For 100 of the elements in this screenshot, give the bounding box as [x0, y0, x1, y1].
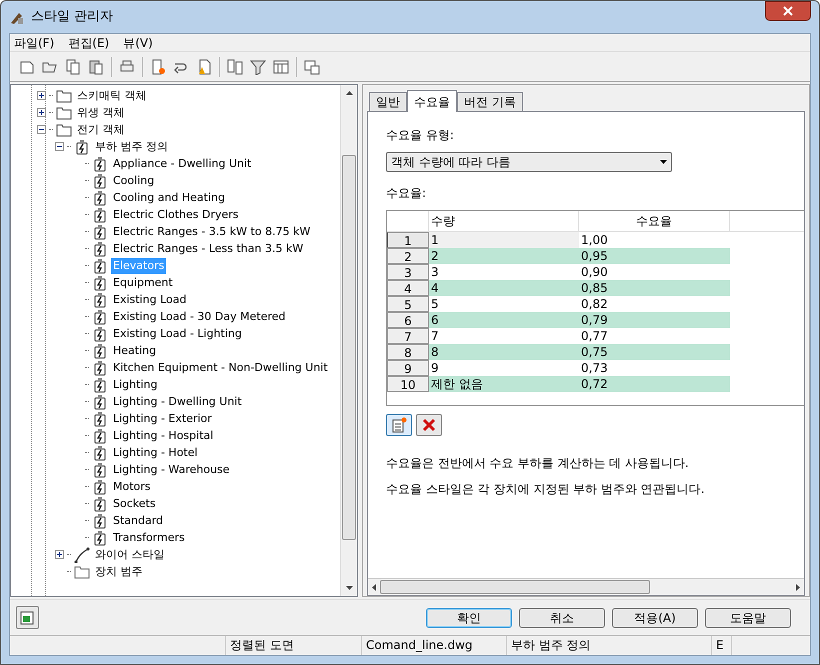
lightning-icon: [92, 478, 108, 494]
row-header[interactable]: 9: [387, 360, 429, 376]
lightning-icon: [92, 326, 108, 342]
tree-item[interactable]: Electric Ranges - Less than 3.5 kW: [111, 240, 306, 256]
expander-toggle[interactable]: [37, 108, 46, 117]
tree-item[interactable]: 와이어 스타일: [93, 546, 166, 562]
tree-item[interactable]: Kitchen Equipment - Non-Dwelling Unit: [111, 360, 330, 376]
minus-icon: [38, 126, 45, 133]
dialog-button[interactable]: 도움말: [705, 608, 791, 628]
tree-item[interactable]: 스키매틱 객체: [75, 88, 148, 104]
row-header[interactable]: 2: [387, 248, 429, 264]
tree-item[interactable]: Electric Clothes Dryers: [111, 206, 241, 222]
scroll-right-icon[interactable]: [796, 584, 800, 590]
lightning-icon: [92, 360, 108, 376]
tree-item[interactable]: Lighting - Hospital: [111, 428, 216, 444]
expander-toggle[interactable]: [37, 91, 46, 100]
table-cell: 제한 없음: [429, 376, 579, 392]
delete-icon: [422, 418, 436, 432]
plus-icon: [56, 551, 63, 558]
tree-item[interactable]: 위생 객체: [75, 104, 126, 120]
close-icon: [783, 6, 793, 16]
expander-toggle[interactable]: [37, 125, 46, 134]
tree-item[interactable]: Heating: [111, 342, 158, 358]
lightning-icon: [92, 410, 108, 426]
tree-item[interactable]: Sockets: [111, 496, 158, 512]
tree-item[interactable]: 장치 범주: [93, 564, 144, 580]
dialog-button[interactable]: 적용(A): [612, 608, 698, 628]
expander-toggle[interactable]: [55, 142, 64, 151]
add-row-icon: [391, 417, 407, 433]
tab[interactable]: 일반: [369, 92, 407, 111]
folder-icon: [56, 104, 72, 120]
tree-item[interactable]: Standard: [111, 512, 166, 528]
tree-item[interactable]: Lighting - Dwelling Unit: [111, 394, 244, 410]
menu-item[interactable]: 편집(E): [68, 34, 110, 52]
tree-item[interactable]: Appliance - Dwelling Unit: [111, 156, 254, 172]
lightning-icon: [92, 462, 108, 478]
close-button[interactable]: [765, 1, 811, 21]
lightning-icon: [92, 496, 108, 512]
row-header[interactable]: 3: [387, 264, 429, 280]
scroll-up-icon[interactable]: [346, 91, 352, 95]
tree-item[interactable]: Lighting - Warehouse: [111, 462, 232, 478]
tree-item[interactable]: 부하 범주 정의: [93, 138, 170, 154]
tree-item[interactable]: Lighting: [111, 376, 160, 392]
tree-item[interactable]: Electric Ranges - 3.5 kW to 8.75 kW: [111, 224, 312, 240]
window-toggle-button[interactable]: [16, 606, 39, 629]
lightning-icon: [92, 308, 108, 324]
delete-row-button[interactable]: [416, 414, 442, 436]
tree-item[interactable]: Cooling: [111, 172, 156, 188]
row-header[interactable]: 7: [387, 328, 429, 344]
tab[interactable]: 수요율: [407, 90, 457, 112]
tree-item[interactable]: Lighting - Hotel: [111, 444, 200, 460]
tree-item[interactable]: Cooling and Heating: [111, 190, 227, 206]
table-cell: 4: [429, 280, 579, 296]
scroll-left-icon[interactable]: [372, 584, 376, 590]
row-header[interactable]: 1: [387, 232, 429, 248]
plus-icon: [38, 92, 45, 99]
plus-icon: [38, 109, 45, 116]
row-header[interactable]: 5: [387, 296, 429, 312]
row-header[interactable]: 6: [387, 312, 429, 328]
scroll-down-icon[interactable]: [346, 586, 352, 590]
table-cell: 2: [429, 248, 579, 264]
tree-item[interactable]: Equipment: [111, 274, 175, 290]
demand-type-dropdown[interactable]: 객체 수량에 따라 다름: [386, 152, 672, 172]
lightning-icon: [92, 206, 108, 222]
status-text: 부하 범주 정의: [507, 636, 712, 655]
lightning-icon: [92, 512, 108, 528]
row-header[interactable]: 10: [387, 376, 429, 392]
dialog-button[interactable]: 확인: [426, 608, 512, 628]
lightning-icon: [92, 394, 108, 410]
tree-item[interactable]: Existing Load - Lighting: [111, 326, 244, 342]
menu-item[interactable]: 뷰(V): [123, 34, 153, 52]
tree-item[interactable]: Existing Load: [111, 292, 188, 308]
row-header[interactable]: 4: [387, 280, 429, 296]
add-row-button[interactable]: [386, 414, 412, 436]
menu-item[interactable]: 파일(F): [14, 34, 54, 52]
table-cell: 0,72: [579, 376, 730, 392]
dialog-button[interactable]: 취소: [519, 608, 605, 628]
row-header[interactable]: 8: [387, 344, 429, 360]
lightning-icon: [92, 376, 108, 392]
table-cell: 1: [429, 232, 579, 248]
tree-item[interactable]: Transformers: [111, 530, 187, 546]
vertical-scrollbar[interactable]: [340, 85, 357, 596]
tree-item[interactable]: 전기 객체: [75, 122, 126, 138]
description-text: 수요율 스타일은 각 장치에 지정된 부하 범주와 연관됩니다.: [386, 481, 706, 498]
table-cell: 6: [429, 312, 579, 328]
lightning-icon: [92, 428, 108, 444]
expander-toggle[interactable]: [55, 550, 64, 559]
lightning-icon: [92, 292, 108, 308]
column-header[interactable]: 수요율: [579, 211, 730, 231]
caret-icon: [660, 160, 667, 164]
tab[interactable]: 버전 기록: [457, 92, 523, 111]
lightning-icon: [92, 156, 108, 172]
field-label: 수요율:: [386, 185, 428, 202]
tree-item[interactable]: Lighting - Exterior: [111, 410, 214, 426]
minus-icon: [56, 143, 63, 150]
horizontal-scrollbar[interactable]: [368, 578, 804, 595]
tree-item[interactable]: Existing Load - 30 Day Metered: [111, 308, 288, 324]
column-header[interactable]: 수량: [429, 211, 579, 231]
lightning-icon: [92, 258, 108, 274]
tree-item[interactable]: Motors: [111, 478, 153, 494]
